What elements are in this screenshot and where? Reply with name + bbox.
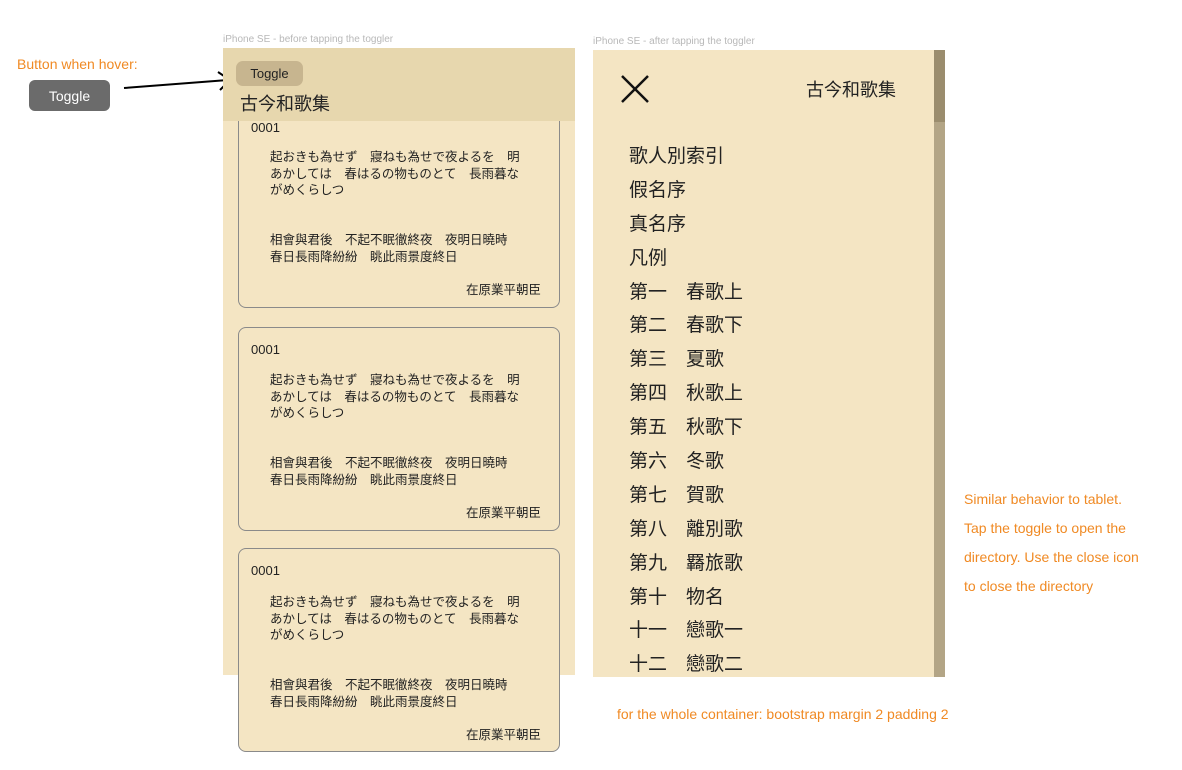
directory-item[interactable]: 凡例 (629, 242, 743, 276)
directory-item[interactable]: 第十 物名 (629, 581, 743, 615)
directory-item[interactable]: 第九 羇旅歌 (629, 547, 743, 581)
poem-number: 0001 (251, 342, 280, 357)
directory-item[interactable]: 假名序 (629, 174, 743, 208)
poem-card: 0001 起おきも為せず 寢ねも為せで夜よるを 明 あかしては 春はるの物ものと… (238, 327, 560, 531)
container-note: for the whole container: bootstrap margi… (617, 706, 949, 722)
toggle-button-hover-example: Toggle (29, 80, 110, 111)
poem-card: 0001 起おきも為せず 寢ねも為せで夜よるを 明 あかしては 春はるの物ものと… (238, 548, 560, 752)
directory-item[interactable]: 第二 春歌下 (629, 309, 743, 343)
directory-list: 歌人別索引 假名序 真名序 凡例 第一 春歌上 第二 春歌下 第三 夏歌 第四 … (629, 140, 743, 682)
poem-kana: 起おきも為せず 寢ねも為せで夜よるを 明 あかしては 春はるの物ものとて 長雨暮… (270, 149, 520, 197)
directory-item[interactable]: 第三 夏歌 (629, 343, 743, 377)
behavior-note-line: Tap the toggle to open the (964, 520, 1126, 536)
directory-item[interactable]: 第六 冬歌 (629, 445, 743, 479)
scrollbar[interactable] (934, 50, 945, 677)
poem-author: 在原業平朝臣 (465, 505, 541, 520)
before-frame-label: iPhone SE - before tapping the toggler (223, 34, 394, 45)
directory-item[interactable]: 十一 戀歌一 (629, 614, 743, 648)
poem-author: 在原業平朝臣 (465, 727, 541, 742)
scrollbar-thumb[interactable] (934, 50, 945, 122)
poem-kanbun: 相會與君後 不起不眠徹終夜 夜明日曉時 春日長雨降紛紛 眺此雨景度終日 (270, 677, 508, 709)
directory-item[interactable]: 第七 賀歌 (629, 479, 743, 513)
poem-kanbun: 相會與君後 不起不眠徹終夜 夜明日曉時 春日長雨降紛紛 眺此雨景度終日 (270, 232, 508, 264)
close-icon[interactable] (619, 74, 651, 104)
poem-author: 在原業平朝臣 (465, 282, 541, 297)
poem-card: 0001 起おきも為せず 寢ねも為せで夜よるを 明 あかしては 春はるの物ものと… (238, 108, 560, 308)
poem-kana: 起おきも為せず 寢ねも為せで夜よるを 明 あかしては 春はるの物ものとて 長雨暮… (270, 372, 520, 420)
poem-number: 0001 (251, 563, 280, 578)
directory-item[interactable]: 真名序 (629, 208, 743, 242)
behavior-note-line: to close the directory (964, 578, 1094, 594)
poem-kana: 起おきも為せず 寢ねも為せで夜よるを 明 あかしては 春はるの物ものとて 長雨暮… (270, 594, 520, 642)
behavior-note-line: Similar behavior to tablet. (964, 491, 1122, 507)
directory-item[interactable]: 第一 春歌上 (629, 276, 743, 310)
behavior-note-line: directory. Use the close icon (964, 549, 1139, 565)
directory-item[interactable]: 十二 戀歌二 (629, 648, 743, 682)
directory-item[interactable]: 第五 秋歌下 (629, 411, 743, 445)
poem-kanbun: 相會與君後 不起不眠徹終夜 夜明日曉時 春日長雨降紛紛 眺此雨景度終日 (270, 455, 508, 487)
directory-item[interactable]: 第四 秋歌上 (629, 377, 743, 411)
after-frame-label: iPhone SE - after tapping the toggler (593, 36, 755, 47)
arrow-icon (123, 71, 232, 91)
toggle-button[interactable]: Toggle (236, 61, 303, 86)
directory-brand-title: 古今和歌集 (806, 80, 896, 101)
directory-item[interactable]: 第八 離別歌 (629, 513, 743, 547)
directory-item[interactable]: 歌人別索引 (629, 140, 743, 174)
brand-title[interactable]: 古今和歌集 (240, 90, 330, 116)
poem-number: 0001 (251, 120, 280, 135)
